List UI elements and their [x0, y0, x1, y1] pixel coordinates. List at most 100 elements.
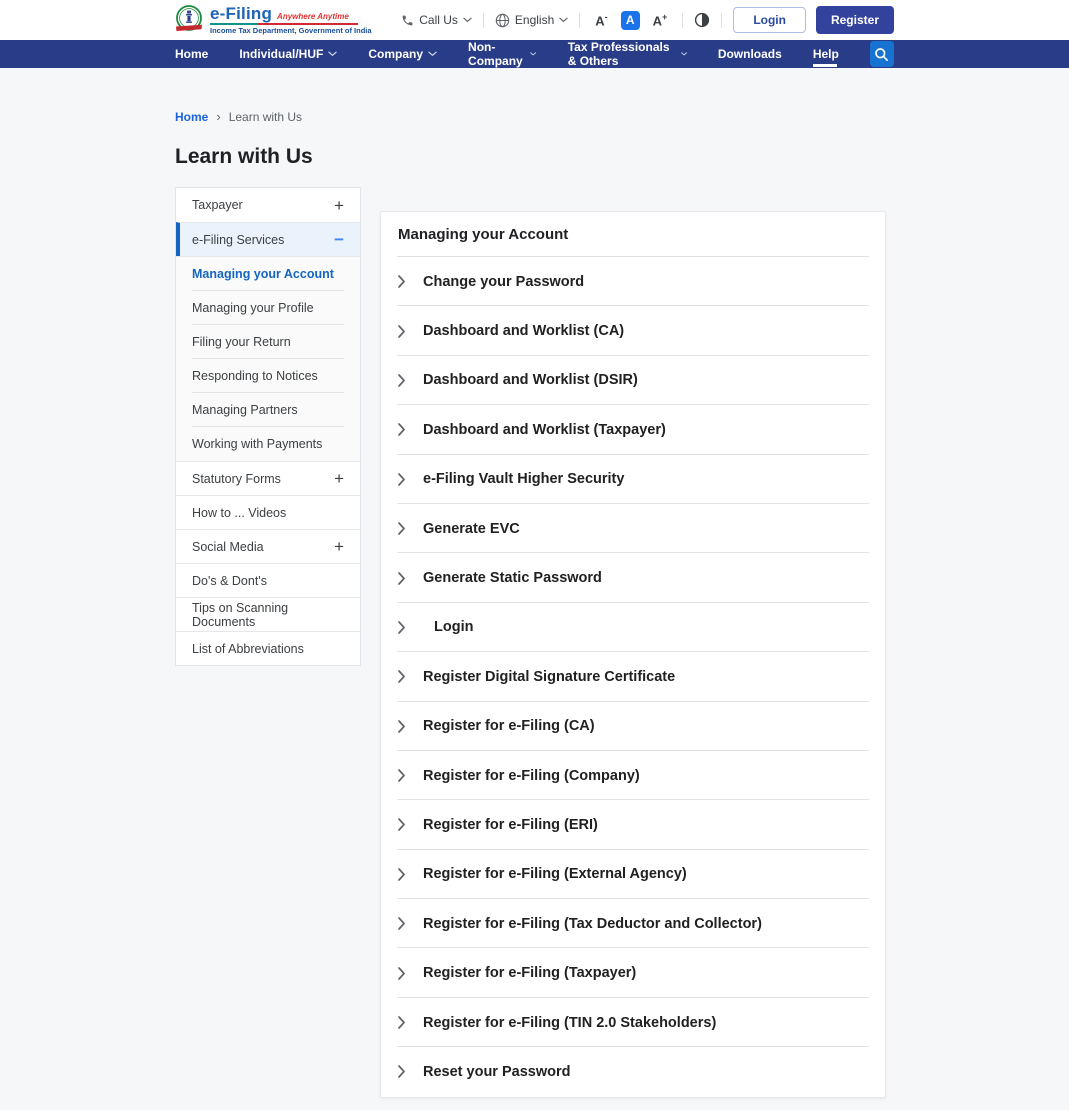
chevron-right-icon: [398, 1065, 406, 1078]
accordion-item-label: Register for e-Filing (External Agency): [423, 866, 687, 882]
sidebar-item-label: List of Abbreviations: [192, 642, 304, 656]
nav-item-individual-huf[interactable]: Individual/HUF: [239, 40, 337, 68]
accordion-item[interactable]: Register for e-Filing (Tax Deductor and …: [381, 899, 885, 948]
chevron-right-icon: [398, 818, 406, 831]
accordion-item-label: e-Filing Vault Higher Security: [423, 471, 624, 487]
nav-item-company[interactable]: Company: [368, 40, 437, 68]
logo-title: e-Filing: [210, 5, 272, 23]
accordion-item[interactable]: Register for e-Filing (External Agency): [381, 850, 885, 899]
font-decrease-button[interactable]: A-: [591, 12, 611, 28]
contrast-toggle[interactable]: [694, 12, 710, 28]
nav-item-tax-professionals-others[interactable]: Tax Professionals & Others: [568, 40, 687, 68]
nav-item-non-company[interactable]: Non-Company: [468, 40, 537, 68]
sidebar-item-taxpayer[interactable]: Taxpayer +: [176, 188, 360, 222]
chevron-down-icon: [463, 17, 472, 23]
nav-item-help[interactable]: Help: [813, 40, 839, 68]
accordion-item[interactable]: Generate Static Password: [381, 553, 885, 602]
accordion-item-label: Dashboard and Worklist (DSIR): [423, 372, 638, 388]
divider: [579, 13, 580, 28]
chevron-right-icon: [398, 769, 406, 782]
call-us-label: Call Us: [419, 13, 458, 27]
chevron-right-icon: [398, 325, 406, 338]
sidebar-item-label: e-Filing Services: [192, 233, 284, 247]
top-header: e-Filing Anywhere Anytime Income Tax Dep…: [0, 0, 1069, 40]
globe-icon: [495, 13, 510, 28]
sidebar-subitem-managing-your-profile[interactable]: Managing your Profile: [176, 291, 360, 325]
chevron-down-icon: [681, 51, 687, 57]
nav-item-label: Help: [813, 47, 839, 61]
divider: [682, 13, 683, 28]
accordion-item-label: Generate Static Password: [423, 570, 602, 586]
accordion-item[interactable]: Register for e-Filing (TIN 2.0 Stakehold…: [381, 998, 885, 1047]
sidebar-item-statutory-forms[interactable]: Statutory Forms +: [176, 461, 360, 495]
accordion-item[interactable]: Register for e-Filing (CA): [381, 702, 885, 751]
accordion-item-label: Register for e-Filing (Tax Deductor and …: [423, 916, 762, 932]
sidebar-item-list-of-abbreviations[interactable]: List of Abbreviations: [176, 631, 360, 665]
accordion-item[interactable]: e-Filing Vault Higher Security: [381, 455, 885, 504]
chevron-right-icon: [398, 967, 406, 980]
nav-item-label: Home: [175, 47, 208, 61]
chevron-right-icon: [398, 374, 406, 387]
sidebar-subitem-working-with-payments[interactable]: Working with Payments: [176, 427, 360, 461]
chevron-right-icon: [398, 917, 406, 930]
font-normal-button[interactable]: A: [621, 11, 640, 30]
search-button[interactable]: [870, 41, 894, 67]
chevron-right-icon: [398, 1016, 406, 1029]
sidebar-subitem-label: Filing your Return: [192, 335, 291, 349]
nav-item-downloads[interactable]: Downloads: [718, 40, 782, 68]
accordion-item[interactable]: Dashboard and Worklist (DSIR): [381, 356, 885, 405]
chevron-right-icon: [398, 868, 406, 881]
sidebar-item-label: Social Media: [192, 540, 264, 554]
language-menu[interactable]: English: [495, 13, 568, 28]
sidebar-item-label: Do's & Dont's: [192, 574, 267, 588]
nav-links: Home Individual/HUF Company Non-Company …: [175, 40, 839, 68]
accordion-item[interactable]: Register Digital Signature Certificate: [381, 652, 885, 701]
sidebar-subitem-label: Managing Partners: [192, 403, 298, 417]
accordion-item[interactable]: Generate EVC: [381, 504, 885, 553]
divider: [483, 13, 484, 28]
accordion-item[interactable]: Dashboard and Worklist (CA): [381, 306, 885, 355]
accordion-item-label: Register Digital Signature Certificate: [423, 669, 675, 685]
sidebar-item-label: Statutory Forms: [192, 472, 281, 486]
sidebar-subitem-managing-your-account[interactable]: Managing your Account: [176, 257, 360, 291]
nav-item-label: Individual/HUF: [239, 47, 323, 61]
sidebar-subitem-managing-partners[interactable]: Managing Partners: [176, 393, 360, 427]
language-label: English: [515, 13, 554, 27]
contrast-icon: [694, 12, 710, 28]
divider: [721, 13, 722, 28]
sidebar-item-do-s-dont-s[interactable]: Do's & Dont's: [176, 563, 360, 597]
breadcrumb-home-link[interactable]: Home: [175, 110, 208, 124]
sidebar-subitem-label: Working with Payments: [192, 437, 322, 451]
page-body: Home › Learn with Us Learn with Us Taxpa…: [0, 68, 1069, 1110]
sidebar-subitem-responding-to-notices[interactable]: Responding to Notices: [176, 359, 360, 393]
sidebar-item-how-to-videos[interactable]: How to ... Videos: [176, 495, 360, 529]
chevron-right-icon: [398, 473, 406, 486]
nav-item-home[interactable]: Home: [175, 40, 208, 68]
accordion-item[interactable]: Register for e-Filing (Company): [381, 751, 885, 800]
call-us-menu[interactable]: Call Us: [401, 13, 472, 27]
sidebar-item-tips-on-scanning-documents[interactable]: Tips on Scanning Documents: [176, 597, 360, 631]
accordion-item[interactable]: Login: [381, 603, 885, 652]
chevron-right-icon: [398, 621, 406, 634]
sidebar-item-social-media[interactable]: Social Media +: [176, 529, 360, 563]
breadcrumb: Home › Learn with Us: [175, 68, 894, 124]
sidebar: Taxpayer + e-Filing Services − Managing …: [175, 187, 361, 666]
font-increase-button[interactable]: A+: [649, 12, 672, 28]
accordion-item[interactable]: Register for e-Filing (ERI): [381, 800, 885, 849]
sidebar-subitem-filing-your-return[interactable]: Filing your Return: [176, 325, 360, 359]
accordion-item[interactable]: Register for e-Filing (Taxpayer): [381, 948, 885, 997]
search-icon: [874, 47, 889, 62]
page-title: Learn with Us: [175, 145, 894, 169]
sidebar-item-label: Taxpayer: [192, 198, 243, 212]
accordion-item[interactable]: Reset your Password: [381, 1047, 885, 1096]
login-button[interactable]: Login: [733, 7, 806, 33]
site-logo[interactable]: e-Filing Anywhere Anytime Income Tax Dep…: [175, 5, 372, 36]
accordion-item-label: Dashboard and Worklist (CA): [423, 323, 624, 339]
accordion-item[interactable]: Dashboard and Worklist (Taxpayer): [381, 405, 885, 454]
register-button[interactable]: Register: [816, 6, 894, 34]
accordion-list: Change your Password Dashboard and Workl…: [381, 257, 885, 1097]
accordion-item-label: Register for e-Filing (Company): [423, 768, 640, 784]
income-tax-emblem-icon: [175, 5, 203, 36]
accordion-item[interactable]: Change your Password: [381, 257, 885, 306]
sidebar-item-e-filing-services[interactable]: e-Filing Services −: [176, 222, 360, 256]
